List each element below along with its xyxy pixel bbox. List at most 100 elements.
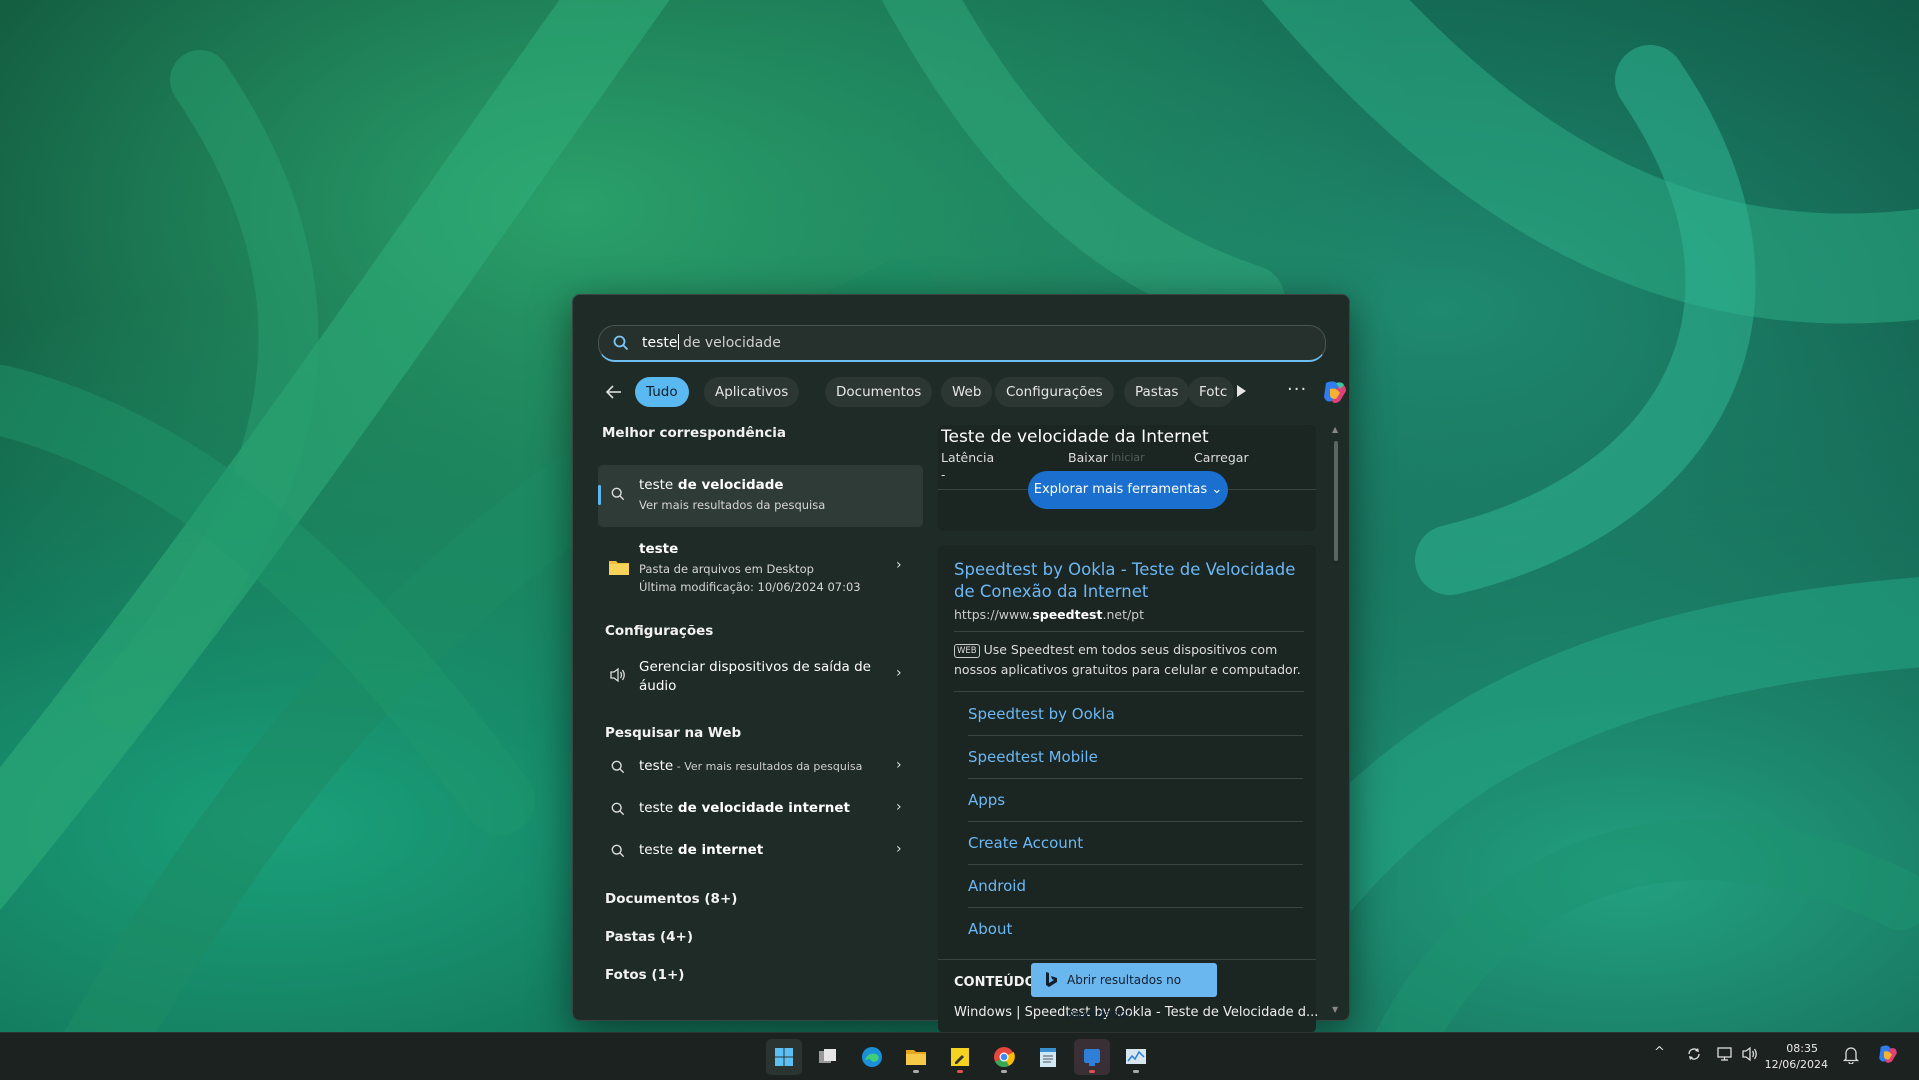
volume-icon[interactable] bbox=[1741, 1046, 1759, 1062]
bing-icon bbox=[1046, 972, 1057, 987]
sync-icon[interactable] bbox=[1686, 1046, 1702, 1062]
sitelink-speedtest-by-ookla[interactable]: Speedtest by Ookla bbox=[968, 693, 1303, 736]
photos-category[interactable]: Fotos (1+) bbox=[605, 967, 684, 983]
web-result-item[interactable]: teste de velocidade internet › bbox=[598, 789, 923, 829]
result-snippet: WEB Use Speedtest em todos seus disposit… bbox=[954, 642, 1301, 677]
app-icon bbox=[1084, 1049, 1100, 1066]
chevron-down-icon: ⌄ bbox=[1211, 482, 1223, 497]
resource-monitor-button[interactable] bbox=[1118, 1039, 1154, 1075]
task-view-button[interactable] bbox=[810, 1039, 846, 1075]
scrollbar[interactable]: ▲ ▼ bbox=[1331, 425, 1341, 1017]
tab-documentos[interactable]: Documentos bbox=[825, 377, 933, 407]
file-explorer-button[interactable] bbox=[898, 1039, 934, 1075]
search-query: teste de velocidade bbox=[642, 334, 781, 351]
chevron-up-icon[interactable]: ^ bbox=[1654, 1045, 1665, 1060]
settings-item-audio-output[interactable]: Gerenciar dispositivos de saída de áudio… bbox=[598, 653, 923, 701]
tab-fotos[interactable]: Fotc bbox=[1188, 377, 1234, 407]
scrollbar-thumb[interactable] bbox=[1334, 441, 1338, 561]
tab-configuracoes[interactable]: Configurações bbox=[995, 377, 1114, 407]
chevron-right-icon[interactable]: › bbox=[896, 557, 902, 573]
notepad-icon bbox=[1040, 1048, 1056, 1067]
notepad-button[interactable] bbox=[1030, 1039, 1066, 1075]
edge-icon bbox=[862, 1047, 882, 1067]
windows-start-icon bbox=[775, 1048, 793, 1066]
chrome-icon bbox=[994, 1047, 1015, 1068]
content-heading: CONTEÚDO bbox=[954, 975, 1036, 990]
web-result-label: teste de internet bbox=[639, 842, 764, 858]
sitelink-create-account[interactable]: Create Account bbox=[968, 822, 1303, 865]
notification-bell-icon[interactable] bbox=[1843, 1046, 1859, 1064]
speedtest-widget: Teste de velocidade da Internet Latência… bbox=[938, 425, 1316, 531]
tab-web[interactable]: Web bbox=[941, 377, 993, 407]
web-result-label: teste - Ver mais resultados da pesquisa bbox=[639, 758, 863, 774]
search-icon bbox=[611, 802, 625, 816]
scroll-right-icon[interactable] bbox=[1235, 384, 1247, 398]
sitelink-about[interactable]: About bbox=[968, 908, 1303, 950]
start-button[interactable] bbox=[766, 1039, 802, 1075]
clock-date[interactable]: 12/06/2024 bbox=[1764, 1058, 1828, 1071]
search-input[interactable]: teste de velocidade bbox=[598, 325, 1326, 362]
sitelink-android[interactable]: Android bbox=[968, 865, 1303, 908]
web-result-item[interactable]: teste de internet › bbox=[598, 831, 923, 871]
network-icon[interactable] bbox=[1716, 1046, 1734, 1062]
chevron-right-icon[interactable]: › bbox=[896, 757, 902, 773]
chevron-right-icon[interactable]: › bbox=[896, 799, 902, 815]
tab-pastas[interactable]: Pastas bbox=[1124, 377, 1190, 407]
sitelink-speedtest-mobile[interactable]: Speedtest Mobile bbox=[968, 736, 1303, 779]
settings-item-label: Gerenciar dispositivos de saída de bbox=[639, 659, 871, 675]
copilot-icon[interactable] bbox=[1320, 377, 1350, 407]
divider bbox=[954, 691, 1304, 692]
sticky-notes-button[interactable] bbox=[942, 1039, 978, 1075]
tab-tudo[interactable]: Tudo bbox=[635, 377, 689, 407]
web-result-item[interactable]: teste - Ver mais resultados da pesquisa … bbox=[598, 747, 923, 787]
back-arrow-icon[interactable] bbox=[603, 381, 625, 403]
copilot-icon[interactable] bbox=[1876, 1042, 1900, 1066]
scroll-down-icon[interactable]: ▼ bbox=[1332, 1005, 1338, 1014]
chevron-right-icon[interactable]: › bbox=[896, 665, 902, 681]
sitelink-apps[interactable]: Apps bbox=[968, 779, 1303, 822]
folder-result[interactable]: teste Pasta de arquivos em Desktop Últim… bbox=[598, 533, 923, 599]
resource-monitor-icon bbox=[1126, 1049, 1146, 1064]
pinned-app-button[interactable] bbox=[1074, 1039, 1110, 1075]
selection-indicator bbox=[598, 485, 601, 505]
chrome-button[interactable] bbox=[986, 1039, 1022, 1075]
folders-category[interactable]: Pastas (4+) bbox=[605, 929, 693, 945]
open-in-browser-button[interactable]: Abrir resultados no navegador bbox=[1031, 963, 1217, 1021]
folder-modified: Última modificação: 10/06/2024 07:03 bbox=[639, 580, 861, 594]
taskbar: ^ 08:35 12/06/2024 bbox=[0, 1032, 1919, 1080]
tab-aplicativos[interactable]: Aplicativos bbox=[704, 377, 800, 407]
edge-button[interactable] bbox=[854, 1039, 890, 1075]
running-indicator bbox=[1133, 1070, 1139, 1073]
running-indicator bbox=[957, 1070, 963, 1073]
documents-category[interactable]: Documentos (8+) bbox=[605, 891, 737, 907]
more-options-icon[interactable]: ··· bbox=[1287, 379, 1307, 400]
file-explorer-icon bbox=[906, 1050, 926, 1065]
start-label[interactable]: Iniciar bbox=[1111, 451, 1145, 464]
scroll-up-icon[interactable]: ▲ bbox=[1332, 425, 1338, 434]
chevron-right-icon[interactable]: › bbox=[896, 841, 902, 857]
folder-icon bbox=[609, 561, 629, 575]
running-indicator bbox=[913, 1070, 919, 1073]
folder-title: teste bbox=[639, 541, 679, 557]
best-match-subtitle: Ver mais resultados da pesquisa bbox=[639, 498, 826, 512]
result-url[interactable]: https://www.speedtest.net/pt bbox=[954, 607, 1144, 622]
filter-bar: Tudo Aplicativos Documentos Web Configur… bbox=[603, 375, 1346, 407]
latency-label: Latência bbox=[941, 450, 995, 465]
search-icon bbox=[613, 335, 629, 351]
download-label: Baixar bbox=[1068, 450, 1108, 465]
best-match-item[interactable]: teste de velocidade Ver mais resultados … bbox=[598, 465, 923, 527]
clock-time[interactable]: 08:35 bbox=[1774, 1042, 1818, 1055]
divider bbox=[954, 631, 1304, 632]
upload-label: Carregar bbox=[1194, 450, 1249, 465]
web-result-label: teste de velocidade internet bbox=[639, 800, 850, 816]
search-icon bbox=[611, 487, 625, 501]
running-indicator bbox=[1089, 1070, 1095, 1073]
best-match-heading: Melhor correspondência bbox=[602, 425, 786, 441]
best-match-title: teste de velocidade bbox=[639, 477, 784, 493]
sticky-notes-icon bbox=[951, 1048, 969, 1066]
web-search-heading: Pesquisar na Web bbox=[605, 725, 742, 741]
web-result-card: Speedtest by Ookla - Teste de Velocidade… bbox=[938, 545, 1318, 1033]
explore-more-tools-button[interactable]: Explorar mais ferramentas ⌄ bbox=[1028, 471, 1228, 509]
folder-location: Pasta de arquivos em Desktop bbox=[639, 562, 814, 576]
result-title-link[interactable]: Speedtest by Ookla - Teste de Velocidade… bbox=[954, 559, 1295, 603]
